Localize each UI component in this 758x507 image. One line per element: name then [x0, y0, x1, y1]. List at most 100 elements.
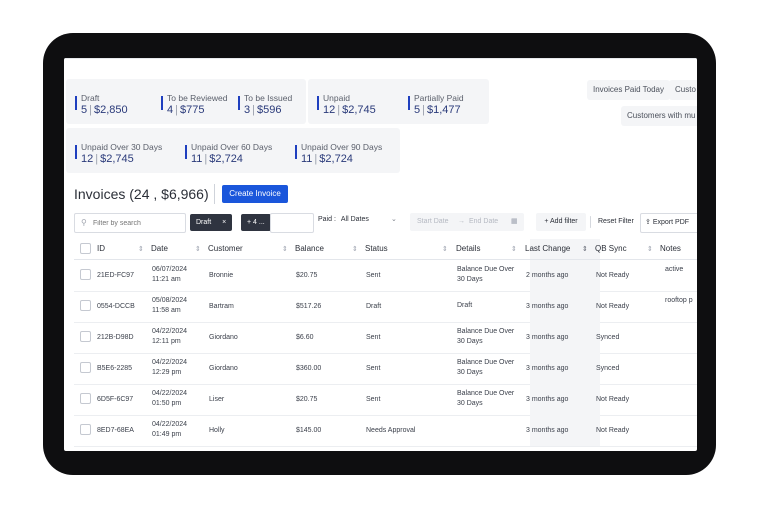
card-label: To be Issued [244, 93, 293, 103]
end-date[interactable]: End Date [469, 213, 498, 231]
start-date[interactable]: Start Date [417, 213, 449, 231]
col-date[interactable]: Date [151, 244, 168, 253]
export-pdf-label: Export PDF [652, 219, 690, 226]
filter-tag-draft[interactable]: Draft × [190, 214, 233, 231]
row-details: Balance Due Over 30 Days [457, 390, 515, 407]
col-qb-sync[interactable]: QB Sync [595, 244, 627, 253]
card-accent [75, 145, 77, 159]
table-row[interactable]: 0554-DCCB 05/08/2024 11:58 am Bartram $51… [74, 291, 697, 323]
table-row[interactable]: 8ED7-68EA 04/22/2024 01:49 pm Holly $145.… [74, 415, 697, 447]
sort-icon[interactable]: ⇕ [138, 245, 144, 253]
filter-tag-more[interactable]: + 4 ... [241, 214, 271, 231]
sort-icon[interactable]: ⇕ [352, 245, 358, 253]
col-id[interactable]: ID [97, 244, 105, 253]
row-customer: Holly [209, 427, 225, 434]
close-icon[interactable]: × [222, 219, 226, 226]
row-checkbox[interactable] [80, 331, 91, 342]
row-id[interactable]: 21ED-FC97 [97, 272, 134, 279]
export-icon: ⇪ [645, 219, 651, 226]
sort-icon[interactable]: ⇕ [282, 245, 288, 253]
row-id[interactable]: 8ED7-68EA [97, 427, 134, 434]
row-last-change: 3 months ago [526, 334, 569, 341]
paid-value: All Dates [340, 216, 369, 223]
sort-icon[interactable]: ⇕ [582, 245, 588, 253]
search-icon: ⚲ [81, 218, 87, 227]
row-balance: $145.00 [296, 427, 322, 434]
card-draft[interactable]: Draft 5 | $2,850 [66, 79, 157, 124]
date-range-picker[interactable]: Start Date → End Date ▦ [410, 213, 524, 231]
paid-label: Paid : [318, 216, 336, 223]
row-date: 06/07/2024 11:21 am [152, 266, 188, 283]
card-label: Partially Paid [414, 93, 464, 103]
card-label: Draft [81, 93, 100, 103]
sort-icon[interactable]: ⇕ [195, 245, 201, 253]
row-balance: $360.00 [296, 365, 322, 372]
table-row[interactable]: 6D5F-6C97 04/22/2024 01:50 pm Liser $20.7… [74, 384, 697, 416]
row-id[interactable]: 212B-D98D [97, 334, 134, 341]
row-status: Sent [366, 272, 381, 279]
card-unpaid-over-60[interactable]: Unpaid Over 60 Days 11 | $2,724 [176, 128, 290, 173]
calendar-icon[interactable]: ▦ [511, 213, 518, 231]
app-screen: Draft 5 | $2,850 To be Reviewed 4 | $775 To … [64, 58, 697, 451]
chip-invoices-paid-today[interactable]: Invoices Paid Today [587, 80, 671, 100]
col-balance[interactable]: Balance [295, 244, 324, 253]
card-unpaid-over-30[interactable]: Unpaid Over 30 Days 12 | $2,745 [66, 128, 180, 173]
card-unpaid-over-90[interactable]: Unpaid Over 90 Days 11 | $2,724 [286, 128, 400, 173]
card-label: Unpaid [323, 93, 350, 103]
col-customer[interactable]: Customer [208, 244, 243, 253]
chip-customers[interactable]: Custo [669, 80, 697, 100]
filter-input[interactable] [270, 213, 314, 233]
row-customer: Bronnie [209, 272, 234, 279]
row-last-change: 3 months ago [526, 427, 569, 434]
row-balance: $6.60 [296, 334, 314, 341]
table-row[interactable]: 21ED-FC97 06/07/2024 11:21 am Bronnie $20… [74, 260, 697, 292]
row-qb-sync: Synced [596, 365, 620, 372]
search-input[interactable] [91, 215, 185, 231]
chevron-down-icon[interactable]: ⌄ [391, 215, 397, 223]
sort-icon[interactable]: ⇕ [511, 245, 517, 253]
card-value: 11 | $2,724 [301, 153, 353, 165]
sort-icon[interactable]: ⇕ [442, 245, 448, 253]
row-checkbox[interactable] [80, 362, 91, 373]
card-accent [75, 96, 77, 110]
row-id[interactable]: B5E6-2285 [97, 365, 132, 372]
search-box[interactable]: ⚲ [74, 213, 186, 233]
card-to-be-reviewed[interactable]: To be Reviewed 4 | $775 [152, 79, 235, 124]
row-qb-sync: Not Ready [596, 427, 630, 434]
card-accent [295, 145, 297, 159]
row-checkbox[interactable] [80, 393, 91, 404]
col-status[interactable]: Status [365, 244, 388, 253]
export-pdf-button[interactable]: ⇪ Export PDF [640, 213, 697, 233]
select-all-checkbox[interactable] [80, 243, 91, 254]
row-details: Balance Due Over 30 Days [457, 328, 515, 345]
col-details[interactable]: Details [456, 244, 480, 253]
row-status: Draft [366, 303, 382, 310]
create-invoice-button[interactable]: Create Invoice [222, 185, 288, 203]
row-checkbox[interactable] [80, 269, 91, 280]
card-accent [238, 96, 240, 110]
table-row[interactable]: B5E6-2285 04/22/2024 12:29 pm Giordano $3… [74, 353, 697, 385]
col-notes[interactable]: Notes [660, 244, 681, 253]
row-id[interactable]: 0554-DCCB [97, 303, 135, 310]
table-row[interactable]: 212B-D98D 04/22/2024 12:11 pm Giordano $6… [74, 322, 697, 354]
row-balance: $20.75 [296, 272, 318, 279]
row-date: 04/22/2024 12:29 pm [152, 359, 188, 376]
row-checkbox[interactable] [80, 300, 91, 311]
card-partially-paid[interactable]: Partially Paid 5 | $1,477 [399, 79, 489, 124]
card-to-be-issued[interactable]: To be Issued 3 | $596 [229, 79, 306, 124]
paid-filter[interactable]: Paid : All Dates [318, 216, 369, 223]
card-unpaid[interactable]: Unpaid 12 | $2,745 [308, 79, 404, 124]
card-value: 12 | $2,745 [323, 104, 376, 116]
row-balance: $517.26 [296, 303, 322, 310]
chip-customers-with[interactable]: Customers with mu [621, 106, 697, 126]
add-filter-button[interactable]: + Add filter [536, 213, 586, 231]
row-date: 04/22/2024 01:49 pm [152, 421, 188, 438]
col-last-change[interactable]: Last Change [525, 244, 570, 253]
reset-filter-button[interactable]: Reset Filter [598, 213, 634, 231]
filter-tag-label: Draft [196, 219, 212, 226]
row-checkbox[interactable] [80, 424, 91, 435]
card-label: Unpaid Over 90 Days [301, 142, 383, 152]
row-id[interactable]: 6D5F-6C97 [97, 396, 133, 403]
sort-icon[interactable]: ⇕ [647, 245, 653, 253]
row-last-change: 3 months ago [526, 396, 569, 403]
